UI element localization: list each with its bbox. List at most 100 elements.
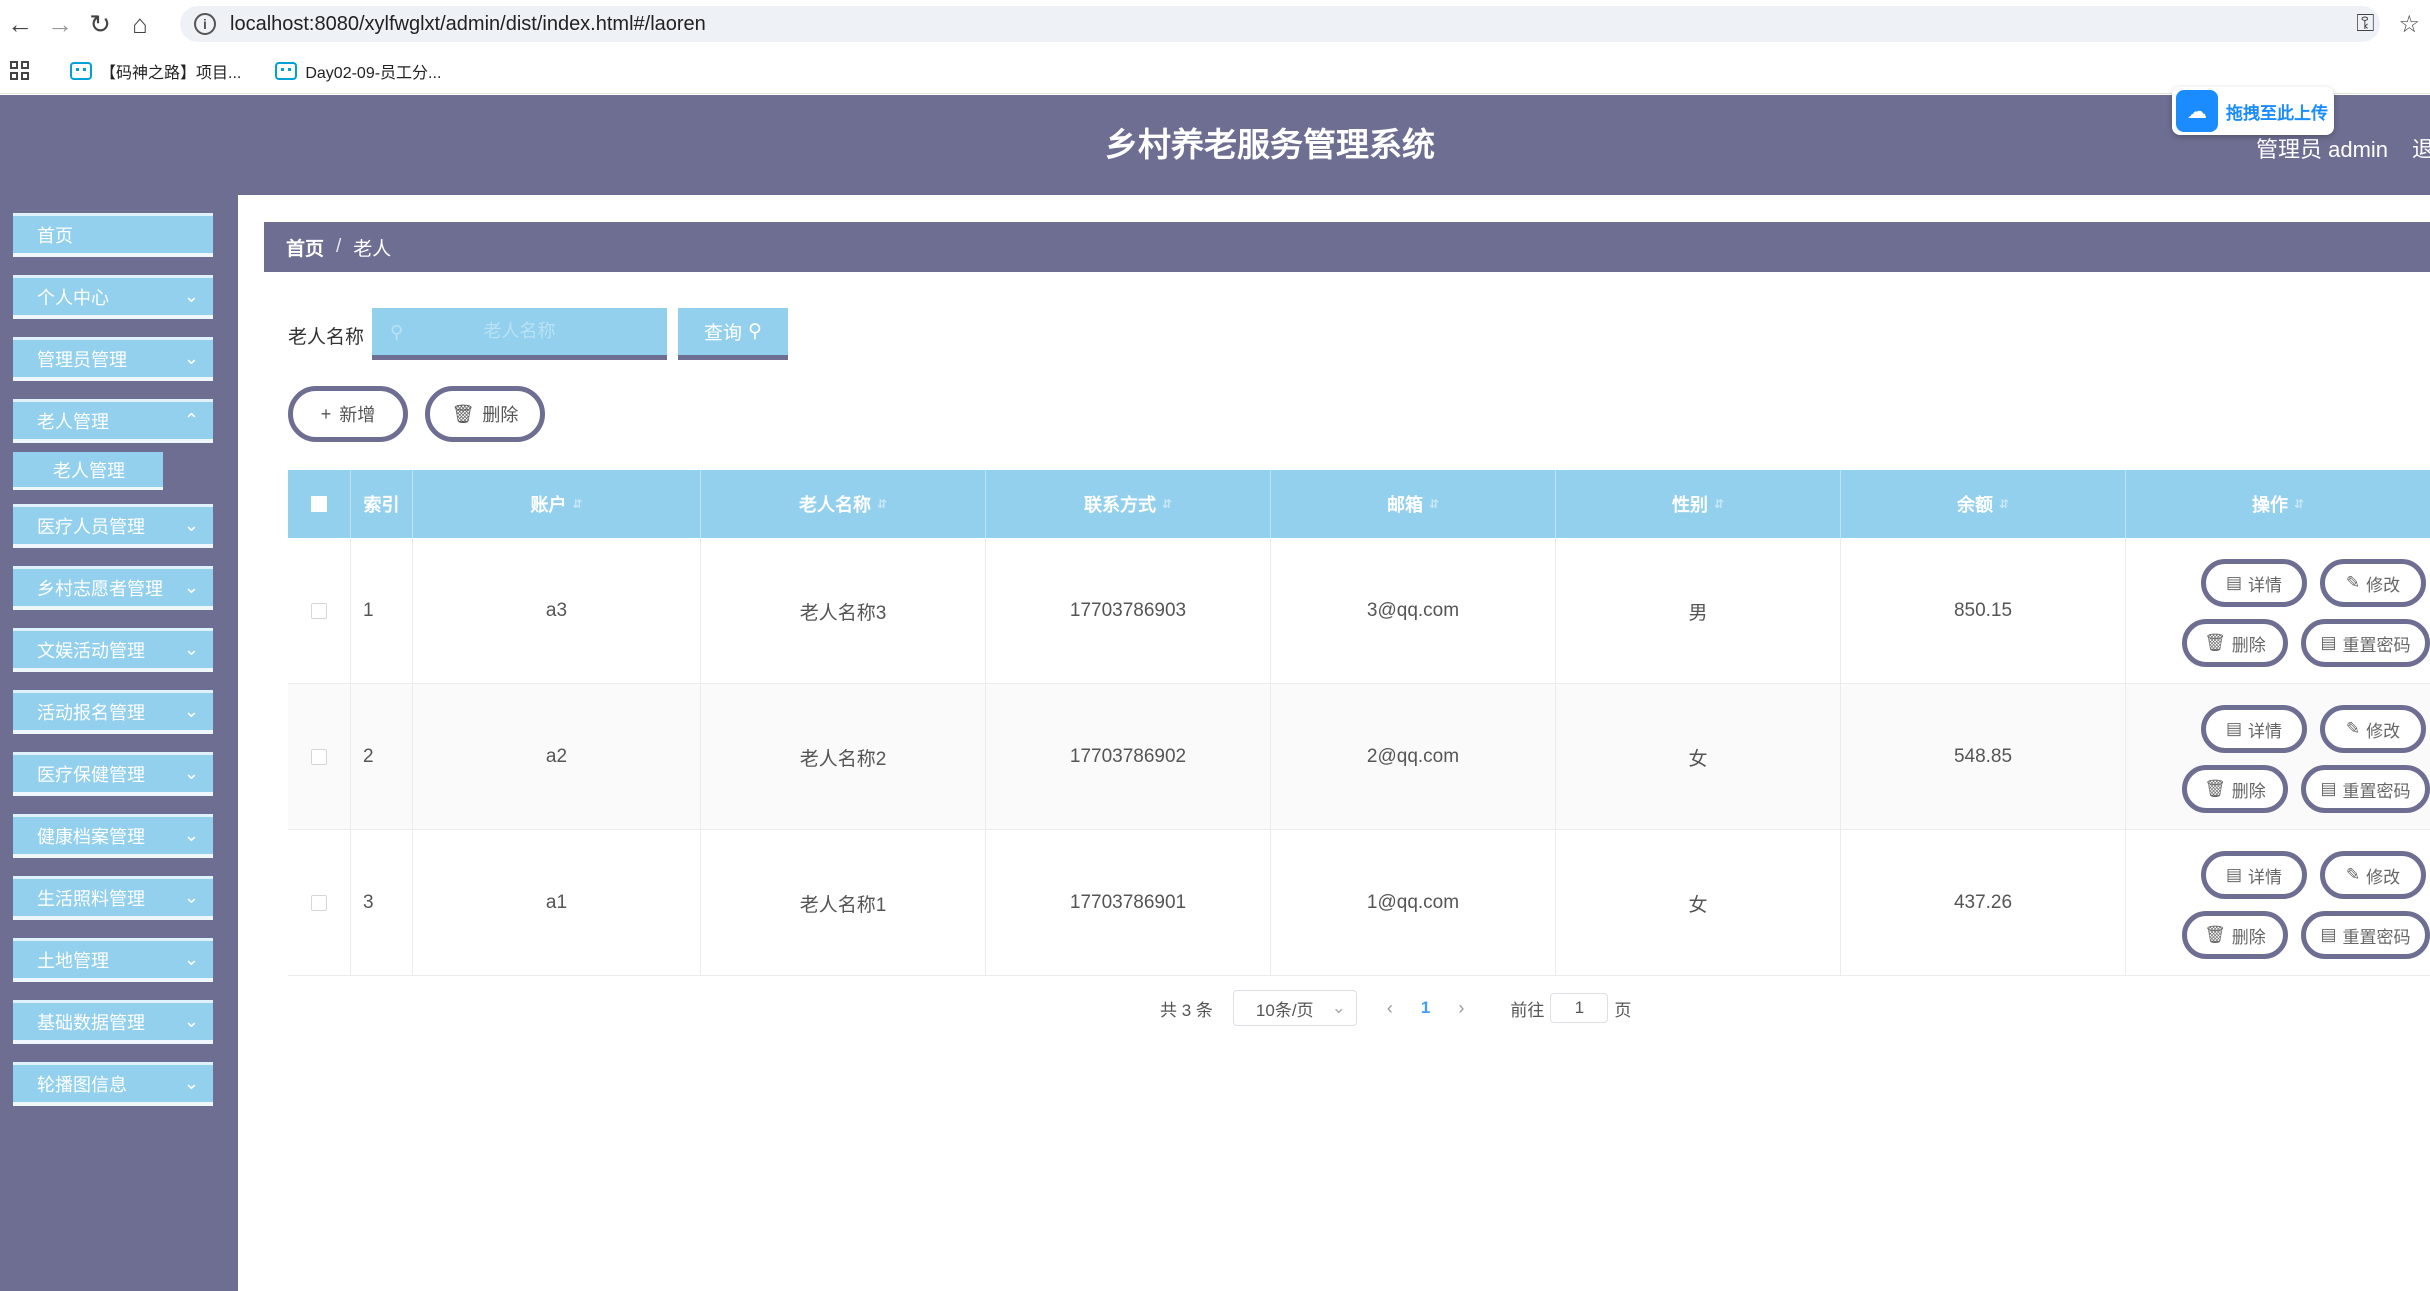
cell-email: 1@qq.com (1271, 830, 1556, 976)
add-button[interactable]: + 新增 (288, 386, 408, 442)
sort-icon[interactable]: ⇵ (1714, 497, 1724, 511)
sort-icon[interactable]: ⇵ (2294, 497, 2304, 511)
delete-button[interactable]: 🗑 删除 (2182, 619, 2288, 667)
trash-icon: 🗑 (2204, 779, 2226, 798)
header-phone[interactable]: 联系方式 ⇵ (986, 470, 1271, 538)
sidebar-item-entertainment[interactable]: 文娱活动管理 ⌄ (13, 628, 213, 672)
cell-gender: 女 (1556, 684, 1841, 830)
table-row: 3 a1 老人名称1 17703786901 1@qq.com 女 437.26… (288, 830, 2430, 976)
sidebar-item-healthcare[interactable]: 医疗保健管理 ⌄ (13, 752, 213, 796)
sort-icon[interactable]: ⇵ (572, 497, 582, 511)
url-text[interactable]: localhost:8080/xylfwglxt/admin/dist/inde… (230, 13, 706, 36)
apps-grid-icon[interactable] (10, 60, 30, 81)
bilibili-icon (275, 61, 298, 80)
bilibili-icon (70, 61, 92, 80)
bookmark-item[interactable]: Day02-09-员工分... (275, 59, 441, 83)
sidebar-item-medical-staff[interactable]: 医疗人员管理 ⌄ (13, 504, 213, 548)
sort-icon[interactable]: ⇵ (1162, 497, 1172, 511)
reset-password-button[interactable]: ▤ 重置密码 (2301, 911, 2430, 959)
cell-index: 2 (351, 684, 413, 830)
page-number-current[interactable]: 1 (1421, 998, 1430, 1018)
header-gender[interactable]: 性别 ⇵ (1556, 470, 1841, 538)
document-icon: ▤ (2320, 633, 2337, 652)
reset-password-button[interactable]: ▤ 重置密码 (2301, 765, 2430, 813)
chevron-down-icon: ⌄ (183, 515, 199, 535)
site-info-icon[interactable]: i (194, 13, 216, 35)
trash-icon: 🗑 (451, 403, 475, 424)
password-key-icon[interactable]: ⚿ (2356, 10, 2374, 39)
sidebar-item-admin[interactable]: 管理员管理 ⌄ (13, 337, 213, 381)
reload-icon[interactable]: ↻ (80, 4, 120, 44)
sidebar-item-home[interactable]: 首页 (13, 213, 213, 257)
cell-email: 3@qq.com (1271, 538, 1556, 684)
edit-button[interactable]: ✎ 修改 (2320, 851, 2426, 899)
breadcrumb-current: 老人 (353, 238, 392, 260)
header-account[interactable]: 账户 ⇵ (413, 470, 701, 538)
document-icon: ▤ (2225, 573, 2243, 592)
search-icon: ⚲ (748, 321, 762, 342)
page-size-select[interactable]: 10条/页 ⌄ (1232, 990, 1357, 1026)
select-all-checkbox[interactable] (311, 496, 327, 512)
sidebar-item-carousel[interactable]: 轮播图信息 ⌄ (13, 1062, 213, 1106)
delete-button[interactable]: 🗑 删除 (2182, 765, 2288, 813)
header-email[interactable]: 邮箱 ⇵ (1271, 470, 1556, 538)
detail-button[interactable]: ▤ 详情 (2201, 559, 2307, 607)
logout-link[interactable]: 退 (2412, 132, 2430, 164)
sidebar-item-registration[interactable]: 活动报名管理 ⌄ (13, 690, 213, 734)
sidebar-item-elderly[interactable]: 老人管理 ⌃ (13, 399, 213, 443)
sidebar-item-base-data[interactable]: 基础数据管理 ⌄ (13, 1000, 213, 1044)
detail-button[interactable]: ▤ 详情 (2201, 705, 2307, 753)
cell-phone: 17703786902 (986, 684, 1271, 830)
sidebar-item-land[interactable]: 土地管理 ⌄ (13, 938, 213, 982)
admin-user-label: 管理员 admin (2256, 137, 2389, 162)
sidebar-item-life-care[interactable]: 生活照料管理 ⌄ (13, 876, 213, 920)
batch-delete-button[interactable]: 🗑 删除 (425, 386, 545, 442)
table-row: 2 a2 老人名称2 17703786902 2@qq.com 女 548.85… (288, 684, 2430, 830)
sidebar-item-profile[interactable]: 个人中心 ⌄ (13, 275, 213, 319)
sort-icon[interactable]: ⇵ (877, 497, 887, 511)
query-button[interactable]: 查询 ⚲ (678, 308, 788, 360)
cell-index: 1 (351, 538, 413, 684)
cell-name: 老人名称1 (701, 830, 986, 976)
home-icon[interactable]: ⌂ (120, 4, 160, 44)
forward-icon[interactable]: → (40, 4, 80, 44)
cell-account: a1 (413, 830, 701, 976)
select-all-cell (288, 470, 351, 538)
chevron-down-icon: ⌄ (183, 763, 199, 783)
cell-account: a3 (413, 538, 701, 684)
plus-icon: + (320, 403, 332, 424)
document-icon: ▤ (2320, 779, 2337, 798)
delete-button[interactable]: 🗑 删除 (2182, 911, 2288, 959)
address-bar[interactable]: i localhost:8080/xylfwglxt/admin/dist/in… (180, 6, 2380, 42)
bookmark-star-icon[interactable]: ☆ (2398, 10, 2420, 39)
detail-button[interactable]: ▤ 详情 (2201, 851, 2307, 899)
chevron-down-icon: ⌄ (183, 286, 199, 306)
search-input[interactable] (372, 308, 667, 360)
header-name[interactable]: 老人名称 ⇵ (701, 470, 986, 538)
goto-page-input[interactable] (1550, 993, 1609, 1023)
next-page-icon[interactable]: › (1458, 998, 1464, 1019)
bookmark-item[interactable]: 【码神之路】项目... (70, 59, 241, 83)
sidebar-subitem-elderly[interactable]: 老人管理 (13, 452, 163, 490)
row-checkbox[interactable] (311, 749, 327, 765)
prev-page-icon[interactable]: ‹ (1387, 998, 1393, 1019)
breadcrumb-home[interactable]: 首页 (286, 234, 324, 261)
row-checkbox[interactable] (311, 603, 327, 619)
back-icon[interactable]: ← (0, 4, 40, 44)
sort-icon[interactable]: ⇵ (1429, 497, 1439, 511)
sidebar-item-health-records[interactable]: 健康档案管理 ⌄ (13, 814, 213, 858)
sidebar-item-volunteers[interactable]: 乡村志愿者管理 ⌄ (13, 566, 213, 610)
drag-upload-widget[interactable]: ☁ 拖拽至此上传 (2172, 87, 2334, 135)
chevron-down-icon: ⌄ (183, 1073, 199, 1093)
chevron-down-icon: ⌄ (183, 949, 199, 969)
cell-phone: 17703786901 (986, 830, 1271, 976)
reset-password-button[interactable]: ▤ 重置密码 (2301, 619, 2430, 667)
edit-button[interactable]: ✎ 修改 (2320, 559, 2426, 607)
edit-button[interactable]: ✎ 修改 (2320, 705, 2426, 753)
document-icon: ▤ (2320, 925, 2337, 944)
header-balance[interactable]: 余额 ⇵ (1841, 470, 2126, 538)
browser-toolbar: ← → ↻ ⌂ i localhost:8080/xylfwglxt/admin… (0, 0, 2430, 48)
sort-icon[interactable]: ⇵ (1999, 497, 2009, 511)
trash-icon: 🗑 (2204, 925, 2226, 944)
row-checkbox[interactable] (311, 895, 327, 911)
